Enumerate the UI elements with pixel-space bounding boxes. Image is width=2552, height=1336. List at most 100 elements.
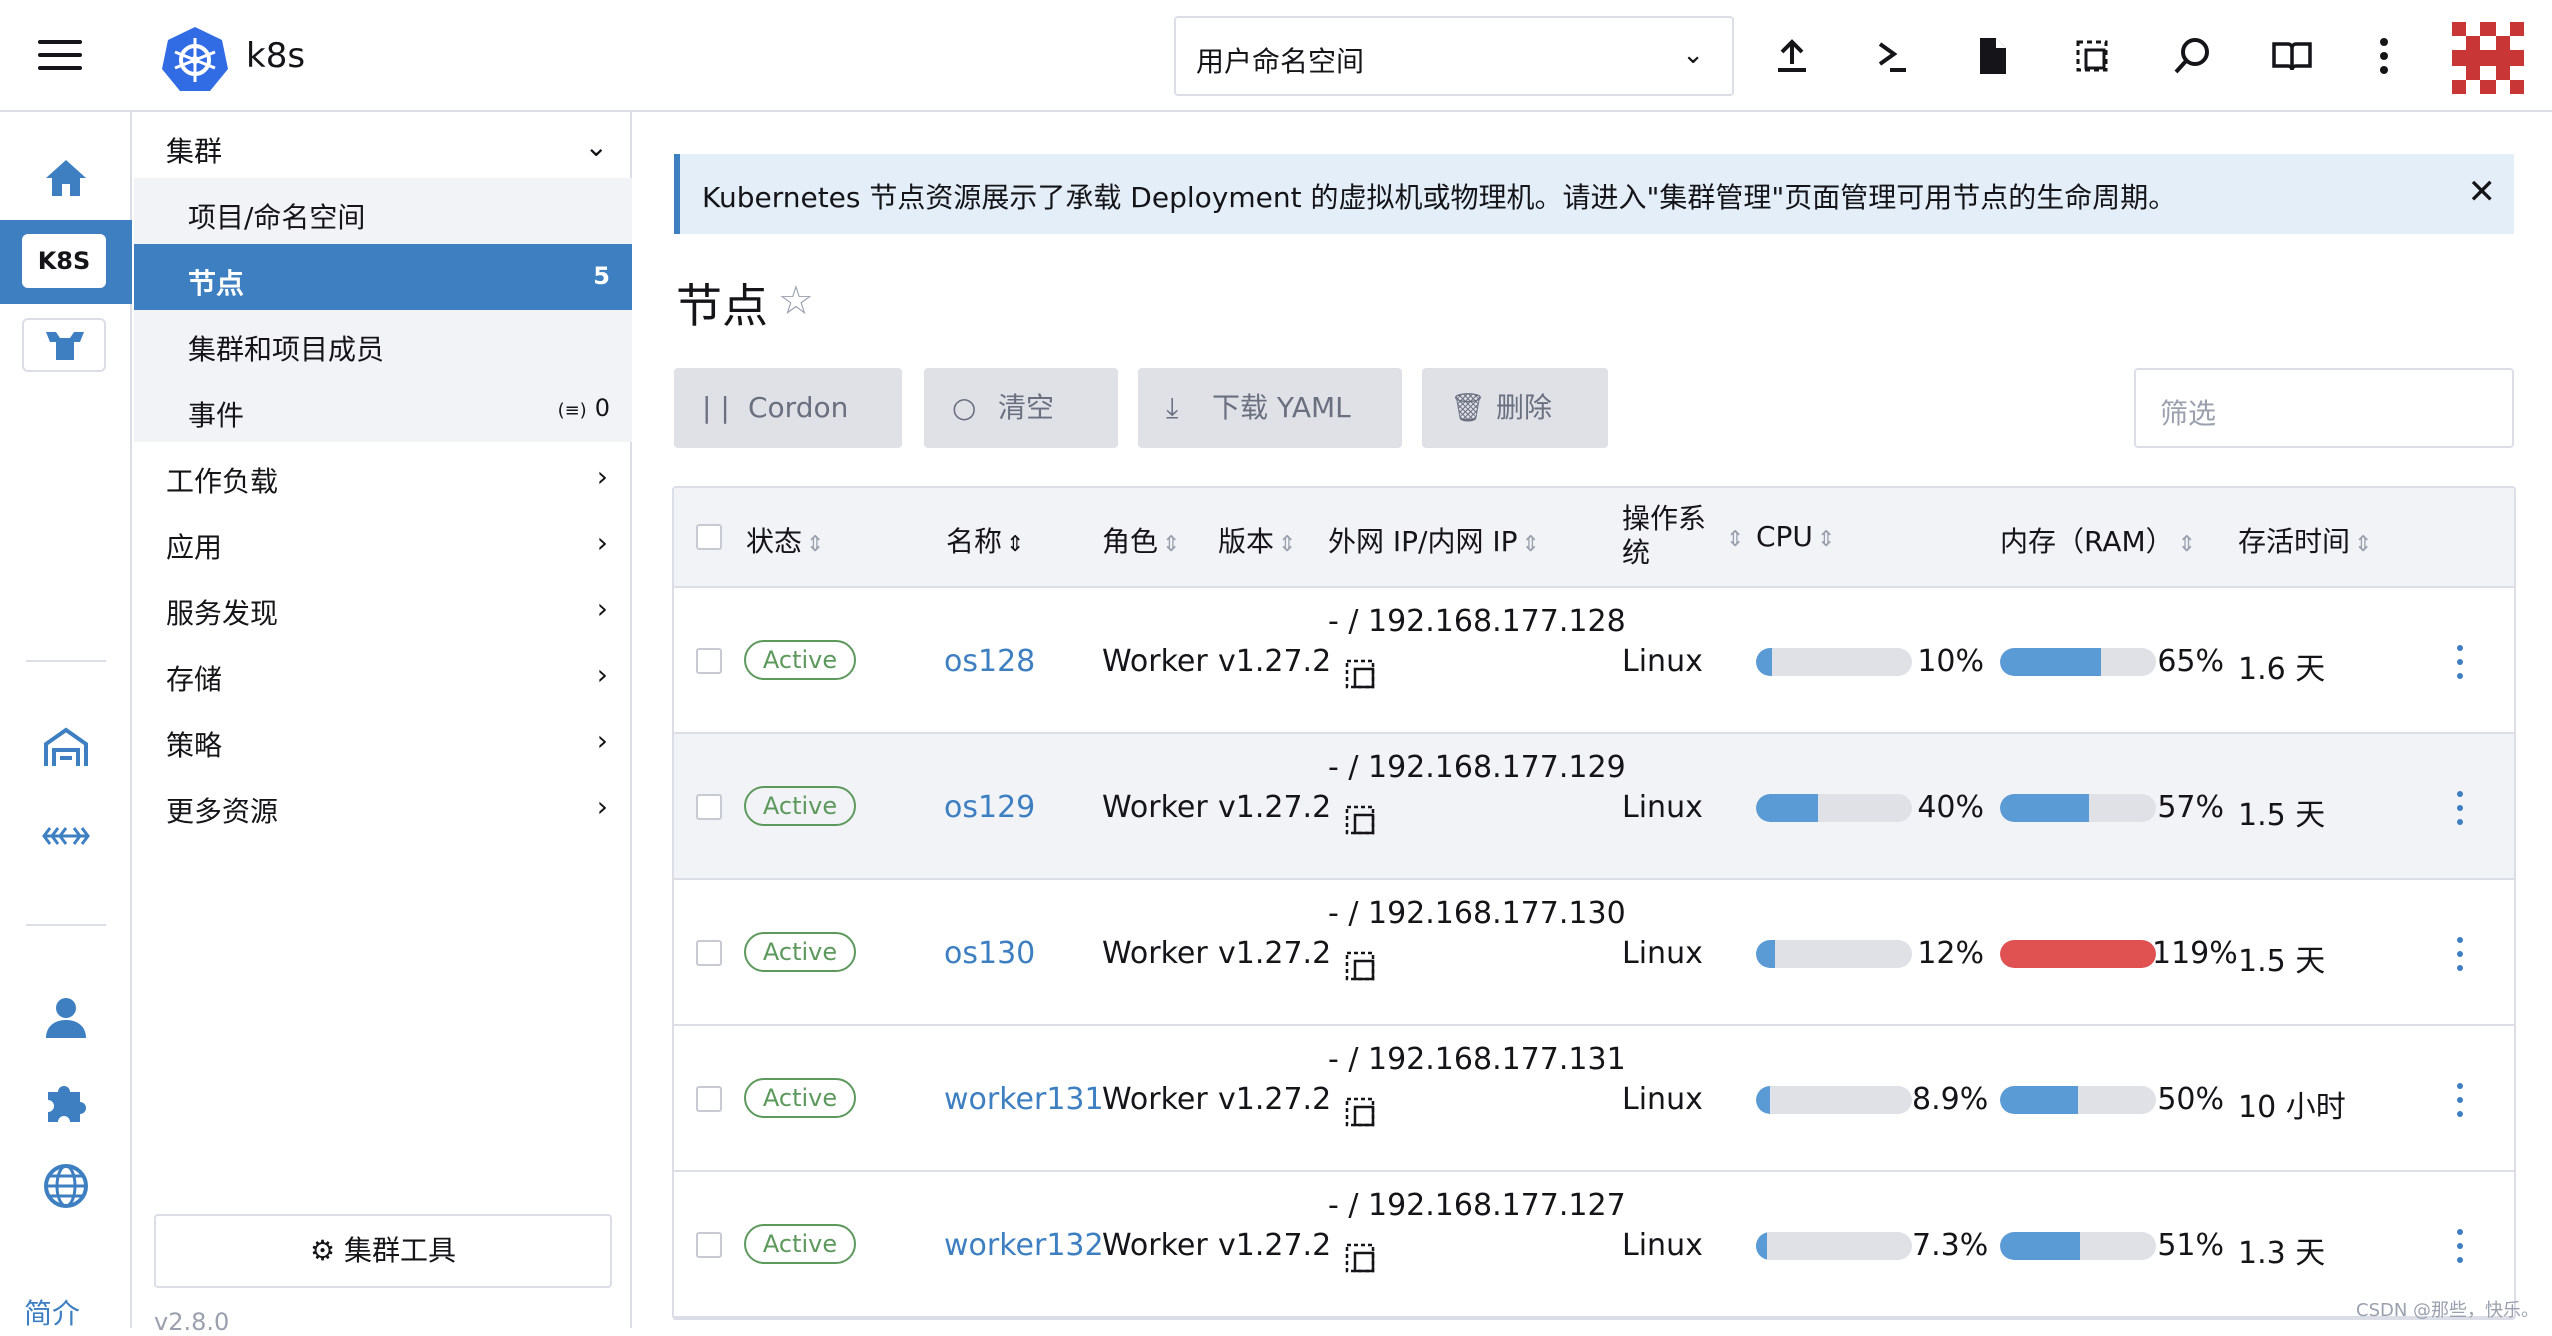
- row-checkbox[interactable]: [696, 940, 722, 966]
- globe-icon[interactable]: [40, 1160, 92, 1212]
- row-checkbox[interactable]: [696, 648, 722, 674]
- sort-icon: ⇕: [1006, 532, 1025, 557]
- column-header-role[interactable]: 角色 ⇕: [1102, 520, 1180, 560]
- nodes-table: 状态 ⇕ 名称 ⇕ 角色 ⇕ 版本 ⇕ 外网 IP/内网 IP ⇕ 操作系统 ⇕ CPU ⇕…: [672, 486, 2516, 1320]
- drain-button[interactable]: ○ 清空: [924, 368, 1118, 448]
- header-label: 名称: [946, 525, 1003, 558]
- column-header-age[interactable]: 存活时间 ⇕: [2238, 520, 2372, 560]
- column-header-os[interactable]: 操作系统: [1622, 502, 1706, 570]
- copy-icon[interactable]: [1344, 1096, 1380, 1132]
- filter-input[interactable]: 筛选: [2134, 368, 2514, 448]
- network-icon[interactable]: [40, 810, 92, 862]
- row-checkbox[interactable]: [696, 1086, 722, 1112]
- file-icon[interactable]: [1970, 34, 2014, 78]
- nav-item-projects[interactable]: 项目/命名空间: [134, 178, 632, 244]
- copy-icon[interactable]: [1344, 1242, 1380, 1278]
- row-actions-icon[interactable]: [2454, 1078, 2466, 1122]
- row-checkbox[interactable]: [696, 1232, 722, 1258]
- copy-icon[interactable]: [2070, 34, 2114, 78]
- more-vertical-icon[interactable]: [2362, 34, 2406, 78]
- header-label: 操作系: [1622, 502, 1707, 535]
- nav-group-more-resources[interactable]: 更多资源 ›: [134, 772, 632, 838]
- terminal-icon[interactable]: [1870, 34, 1914, 78]
- cluster-tools-button[interactable]: ⚙ 集群工具: [154, 1214, 612, 1288]
- cpu-usage-fill: [1756, 940, 1775, 968]
- nav-group-cluster[interactable]: 集群 ⌄: [134, 112, 632, 178]
- sort-icon: ⇕: [1521, 532, 1540, 557]
- node-ip: - / 192.168.177.129: [1328, 750, 1626, 785]
- node-age: 1.5 天: [2238, 944, 2326, 979]
- book-icon[interactable]: [2270, 34, 2314, 78]
- about-link[interactable]: 简介: [24, 1292, 80, 1332]
- nav-group-storage[interactable]: 存储 ›: [134, 640, 632, 706]
- ram-usage-value: 51%: [2157, 1228, 2224, 1263]
- nav-group-workload[interactable]: 工作负载 ›: [134, 442, 632, 508]
- copy-icon[interactable]: [1344, 658, 1380, 694]
- nav-item-count: 5: [593, 262, 610, 290]
- node-name-link[interactable]: os128: [944, 644, 1035, 679]
- extensions-icon[interactable]: [40, 1076, 92, 1128]
- row-actions-icon[interactable]: [2454, 640, 2466, 684]
- drain-label: 清空: [998, 391, 1055, 424]
- node-name-link[interactable]: worker132: [944, 1228, 1104, 1263]
- ram-usage-bar: [2000, 794, 2156, 822]
- nav-item-label: 集群和项目成员: [188, 333, 385, 366]
- node-os: Linux: [1622, 1082, 1703, 1117]
- column-header-name[interactable]: 名称 ⇕: [946, 520, 1024, 560]
- node-name-link[interactable]: worker131: [944, 1082, 1104, 1117]
- nav-group-label: 工作负载: [166, 465, 279, 498]
- menu-icon[interactable]: [38, 40, 82, 74]
- delete-button[interactable]: 🗑 删除: [1422, 368, 1608, 448]
- search-icon[interactable]: [2170, 34, 2214, 78]
- nav-group-policy[interactable]: 策略 ›: [134, 706, 632, 772]
- header-label: 版本: [1218, 525, 1275, 558]
- table-row: Active os128 Worker v1.27.2 - / 192.168.…: [674, 588, 2514, 734]
- copy-icon[interactable]: [1344, 804, 1380, 840]
- fleet-icon[interactable]: [40, 722, 92, 774]
- namespaced-icon: (≡): [557, 400, 587, 421]
- nav-group-apps[interactable]: 应用 ›: [134, 508, 632, 574]
- download-yaml-label: 下载 YAML: [1212, 391, 1351, 424]
- column-header-cpu[interactable]: CPU ⇕: [1756, 520, 1835, 553]
- sort-icon[interactable]: ⇕: [1722, 520, 1744, 553]
- row-checkbox[interactable]: [696, 794, 722, 820]
- header-label: 外网 IP/内网 IP: [1328, 525, 1518, 558]
- nav-item-nodes[interactable]: 节点 5: [134, 244, 632, 310]
- column-header-ram[interactable]: 内存（RAM） ⇕: [2000, 520, 2196, 560]
- node-version: v1.27.2: [1218, 644, 1332, 679]
- nav-group-service-discovery[interactable]: 服务发现 ›: [134, 574, 632, 640]
- nav-item-label: 节点: [188, 267, 245, 300]
- download-yaml-button[interactable]: ⤓ 下载 YAML: [1138, 368, 1402, 448]
- chevron-right-icon: ›: [596, 592, 608, 625]
- column-header-version[interactable]: 版本 ⇕: [1218, 520, 1296, 560]
- star-icon[interactable]: ☆: [778, 278, 814, 324]
- column-header-state[interactable]: 状态 ⇕: [746, 520, 824, 560]
- nav-item-label: 事件: [188, 399, 245, 432]
- row-actions-icon[interactable]: [2454, 786, 2466, 830]
- cordon-button[interactable]: | | Cordon: [674, 368, 902, 448]
- column-header-ip[interactable]: 外网 IP/内网 IP ⇕: [1328, 520, 1540, 560]
- header-label: 存活时间: [2238, 525, 2351, 558]
- node-name-link[interactable]: os130: [944, 936, 1035, 971]
- namespace-select[interactable]: 用户命名空间 ⌄: [1174, 16, 1734, 96]
- nav-item-members[interactable]: 集群和项目成员: [134, 310, 632, 376]
- close-icon[interactable]: ✕: [2468, 172, 2497, 212]
- copy-icon[interactable]: [1344, 950, 1380, 986]
- watermark: CSDN @那些，快乐。: [2356, 1300, 2540, 1321]
- select-all-checkbox[interactable]: [696, 524, 722, 550]
- row-actions-icon[interactable]: [2454, 932, 2466, 976]
- cordon-label: Cordon: [748, 391, 849, 424]
- user-avatar[interactable]: [2452, 22, 2524, 94]
- user-icon[interactable]: [40, 992, 92, 1044]
- nav-item-events[interactable]: 事件 (≡) 0: [134, 376, 632, 442]
- home-icon[interactable]: [40, 152, 92, 204]
- upload-icon[interactable]: [1770, 34, 1814, 78]
- cpu-usage-bar: [1756, 940, 1912, 968]
- cpu-usage-value: 40%: [1917, 790, 1984, 825]
- node-name-link[interactable]: os129: [944, 790, 1035, 825]
- row-actions-icon[interactable]: [2454, 1224, 2466, 1268]
- rail-cluster-k8s[interactable]: K8S: [0, 220, 132, 304]
- node-ip: - / 192.168.177.131: [1328, 1042, 1626, 1077]
- cpu-usage-fill: [1756, 648, 1772, 676]
- rail-cluster-local[interactable]: [22, 318, 106, 372]
